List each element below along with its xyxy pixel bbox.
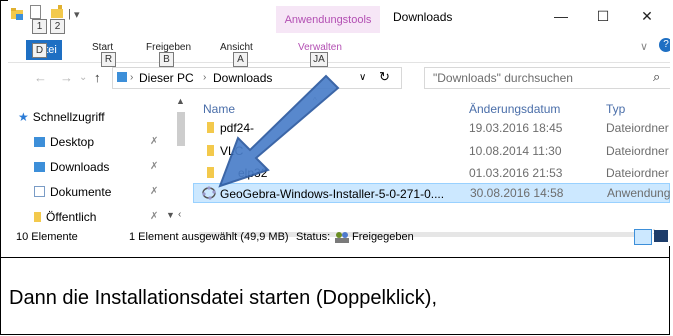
annotation-arrow-icon — [218, 74, 340, 188]
table-divider — [0, 257, 670, 258]
instruction-caption: Dann die Installationsdatei starten (Dop… — [9, 287, 437, 309]
explorer-window: 1 2 | ▾ Anwendungstools Downloads — ☐ ✕ … — [8, 0, 670, 246]
